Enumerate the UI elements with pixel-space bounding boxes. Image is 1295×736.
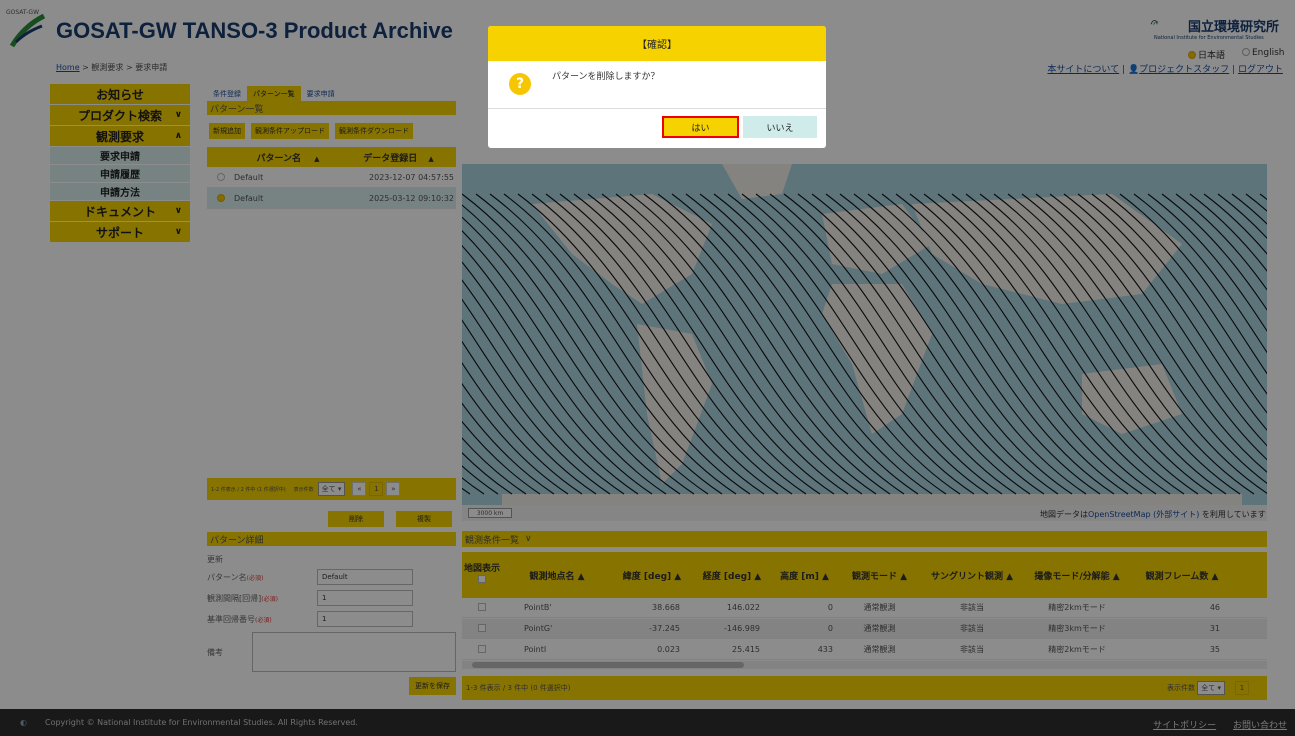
question-icon: ? — [509, 73, 531, 95]
confirm-yes-button[interactable]: はい — [662, 116, 739, 138]
dialog-message: パターンを削除しますか？ — [552, 72, 660, 82]
confirm-dialog: 【確認】 ? パターンを削除しますか？ はい いいえ — [488, 26, 826, 148]
dialog-title: 【確認】 — [488, 26, 826, 61]
confirm-no-button[interactable]: いいえ — [743, 116, 817, 138]
